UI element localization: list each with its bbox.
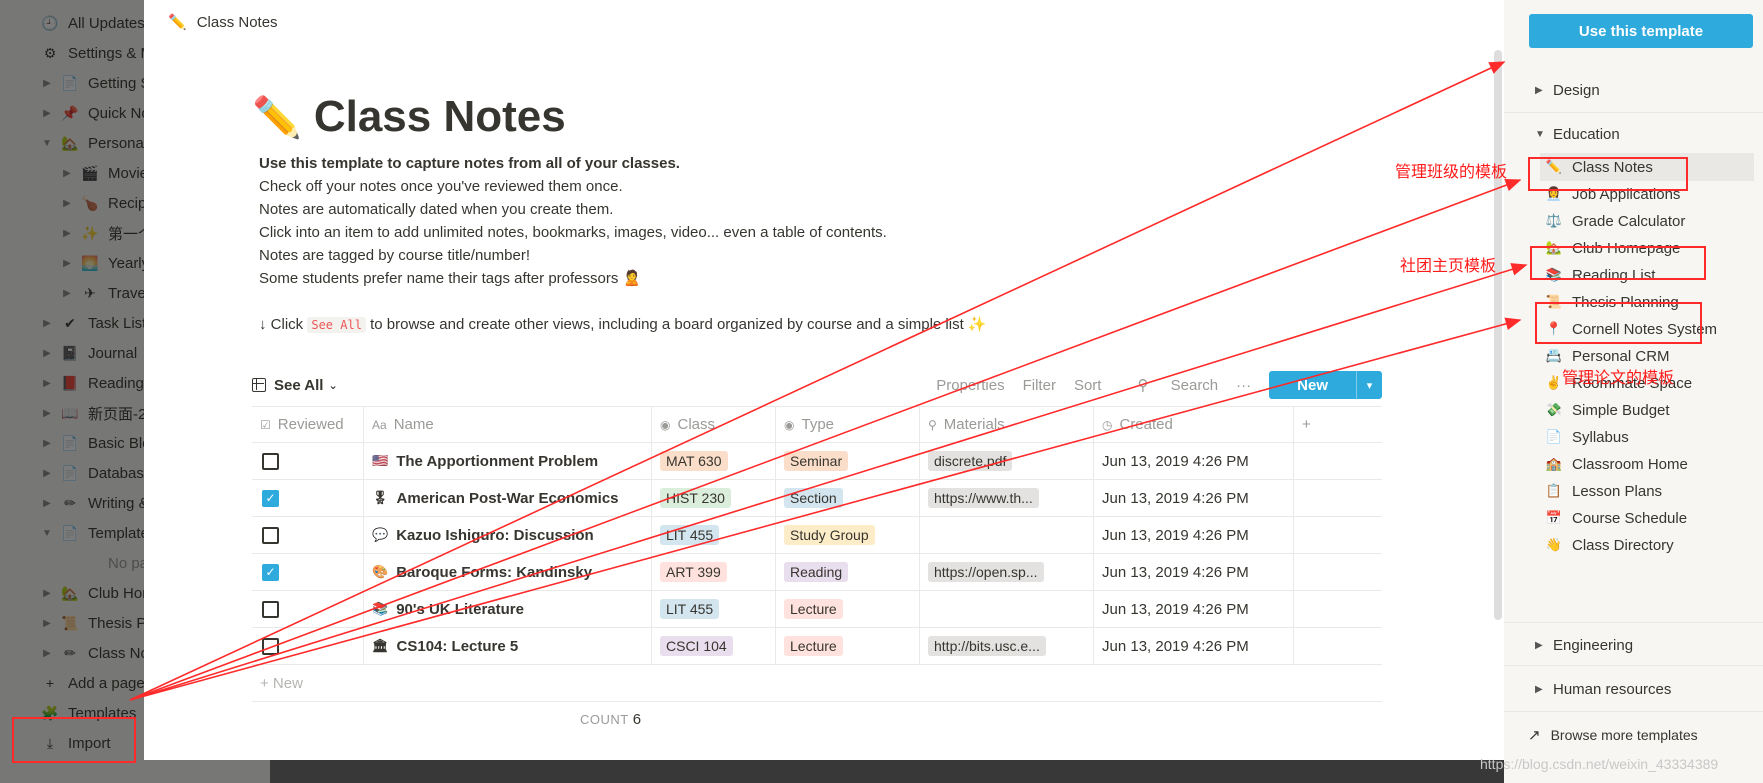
annotation-arrow (129, 179, 1522, 701)
annotation-arrow (129, 263, 1528, 701)
annotation-box-class-notes (1528, 157, 1688, 191)
annotation-label-club: 社团主页模板 (1400, 256, 1497, 275)
annotation-box-club-homepage (1530, 246, 1706, 280)
annotation-arrows (129, 61, 1528, 701)
annotation-label-class: 管理班级的模板 (1395, 162, 1508, 181)
watermark: https://blog.csdn.net/weixin_43334389 (1480, 756, 1719, 772)
annotation-box-templates (12, 717, 136, 763)
annotation-label-thesis: 管理论文的模板 (1562, 368, 1675, 387)
annotation-box-thesis-planning (1535, 302, 1702, 344)
